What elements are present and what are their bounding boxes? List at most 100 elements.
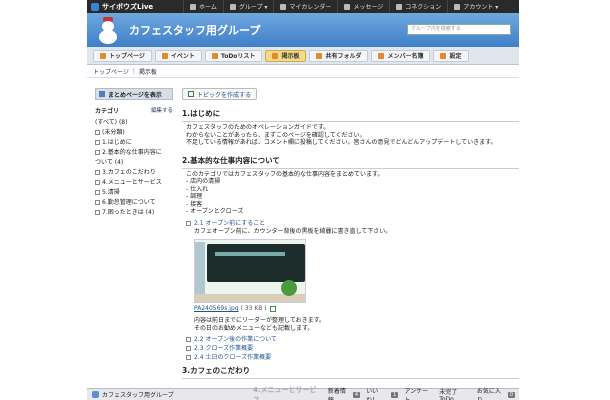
category-item[interactable]: 6.勤怠管理について — [95, 198, 173, 208]
count-badge: 4 — [352, 391, 361, 398]
global-nav-bar: サイボウズLive ホーム グループ ▾ マイカレンダー メッセージ コネクショ… — [87, 0, 519, 13]
section-title[interactable]: 2.基本的な仕事内容について — [182, 155, 519, 169]
body-text: - 接客 — [186, 200, 203, 208]
connection-icon — [396, 3, 403, 10]
subtopic-item[interactable]: 2.3 クローズ作業概要 — [186, 344, 519, 353]
cybozu-logo-icon — [91, 2, 99, 11]
expand-icon[interactable] — [95, 169, 100, 175]
group-search-input[interactable]: グループ内を検索する — [407, 24, 511, 35]
body-text: カフェスタッフのためのオペレーションガイドです。 — [186, 124, 330, 131]
message-icon — [344, 3, 351, 10]
nav-account[interactable]: アカウント ▾ — [447, 0, 504, 13]
breadcrumb: トップページ | 掲示板 — [87, 66, 519, 78]
body-text: その日のお勧めメニューなども記載します。 — [194, 324, 314, 332]
home-icon — [100, 52, 106, 59]
category-item[interactable]: 5.清掃 — [95, 188, 173, 198]
nav-my-calendar[interactable]: マイカレンダー — [273, 0, 337, 13]
category-item-continued[interactable]: ついて (4) — [95, 158, 173, 168]
body-text: 内容は前日までにリーダーが整理しておきます。 — [194, 317, 326, 324]
body-text: カフェオープン前に、カウンター背後の黒板を綺麗に書き直して下さい。 — [194, 227, 392, 235]
create-topic-button[interactable]: トピックを作成する — [182, 88, 258, 100]
nav-message[interactable]: メッセージ — [337, 0, 389, 13]
tab-event[interactable]: イベント — [154, 49, 202, 62]
expand-icon[interactable] — [95, 189, 100, 195]
expand-icon[interactable] — [186, 337, 191, 342]
todo-icon — [211, 52, 218, 59]
bottom-new-info[interactable]: 新着情報 4 — [328, 386, 361, 400]
bottom-status-bar: カフェスタッフ用グループ 4.メニューとサービス 新着情報 4 いいね！ 1 アンケ… — [87, 385, 519, 400]
attachment-row: PA240569s.jpg ( 33 KB ) — [194, 305, 519, 312]
tab-top-page[interactable]: トップページ — [93, 49, 152, 62]
bottom-shortcuts: 新着情報 4 いいね！ 1 アンケート 未完了ToDo お気に入り 0 — [322, 386, 519, 400]
body-text: わからないことがあったら、まずこのページを確認してください。 — [186, 131, 366, 139]
category-header: カテゴリ 編集する — [95, 106, 173, 115]
event-icon — [161, 52, 168, 59]
subtopic-item[interactable]: 2.2 オープン後の作業について — [186, 335, 519, 344]
breadcrumb-top-page[interactable]: トップページ — [93, 67, 129, 76]
subtopic-item[interactable]: 2.4 土日のクローズ作業概要 — [186, 353, 519, 362]
attachment-link[interactable]: PA240569s.jpg — [194, 305, 239, 312]
bottom-survey[interactable]: アンケート — [404, 386, 433, 400]
expand-icon[interactable] — [95, 139, 100, 145]
body-text: - 調理 — [186, 193, 203, 200]
expand-icon[interactable] — [186, 346, 191, 351]
expand-icon[interactable] — [95, 209, 100, 215]
nav-group[interactable]: グループ ▾ — [222, 0, 274, 13]
account-icon — [454, 3, 461, 10]
blackboard-photo[interactable] — [194, 239, 306, 303]
expand-icon[interactable] — [95, 129, 100, 135]
tab-todo-list[interactable]: ToDoリスト — [204, 49, 263, 62]
body-text: - 仕入れ — [186, 185, 209, 193]
tab-bulletin-board[interactable]: 掲示板 — [265, 49, 307, 62]
gear-icon — [440, 52, 447, 59]
edit-category-link[interactable]: 編集する — [151, 106, 173, 115]
group-title: カフェスタッフ用グループ — [129, 24, 261, 37]
section-title[interactable]: 3.カフェのこだわり — [182, 365, 519, 379]
category-item[interactable]: 7.困ったときは (4) — [95, 208, 173, 218]
category-item[interactable]: (すべて) (8) — [95, 118, 173, 128]
expand-icon[interactable] — [95, 179, 100, 185]
group-header: カフェスタッフ用グループ グループ内を検索する — [87, 13, 519, 47]
category-list: (すべて) (8) (未分類) 1.はじめに 2.基本的な仕事内容に ついて (… — [95, 118, 173, 218]
snowman-group-icon — [97, 17, 119, 45]
edit-icon — [188, 91, 194, 97]
cybozu-live-logo[interactable]: サイボウズLive — [91, 2, 183, 12]
group-tabs: トップページ イベント ToDoリスト 掲示板 共有フォルダ メンバー名簿 設定 — [87, 47, 519, 65]
expand-icon[interactable] — [186, 355, 191, 360]
section-title[interactable]: 1.はじめに — [182, 108, 519, 122]
expand-icon[interactable] — [95, 199, 100, 205]
collapse-icon[interactable] — [186, 220, 191, 226]
bottom-favorites[interactable]: お気に入り 0 — [477, 386, 515, 400]
bulletin-main: トピックを作成する 1.はじめに カフェスタッフのためのオペレーションガイドです… — [182, 88, 519, 379]
body-text: - 店内の清掃 — [186, 178, 221, 185]
bottom-like[interactable]: いいね！ 1 — [366, 386, 399, 400]
breadcrumb-separator: | — [132, 68, 135, 75]
calendar-icon — [280, 3, 287, 10]
nav-home[interactable]: ホーム — [183, 0, 223, 13]
edit-icon[interactable] — [269, 305, 276, 312]
bottom-group-link[interactable]: カフェスタッフ用グループ — [87, 390, 253, 399]
bulletin-icon — [272, 52, 279, 59]
expand-icon[interactable] — [95, 149, 100, 155]
category-item[interactable]: 3.カフェのこだわり — [95, 168, 173, 178]
attachment-size: ( 33 KB ) — [240, 305, 267, 312]
category-item[interactable]: 1.はじめに — [95, 138, 173, 148]
category-item[interactable]: 4.メニューとサービス — [95, 178, 173, 188]
tab-shared-folder[interactable]: 共有フォルダ — [309, 49, 369, 62]
snowman-group-icon — [92, 391, 99, 398]
category-item[interactable]: 2.基本的な仕事内容に — [95, 148, 173, 158]
category-item[interactable]: (未分類) — [95, 128, 173, 138]
scrolled-section-title: 4.メニューとサービス — [253, 385, 317, 400]
tab-member-list[interactable]: メンバー名簿 — [371, 49, 431, 62]
show-summary-button[interactable]: まとめページを表示 — [95, 88, 173, 100]
nav-connection[interactable]: コネクション — [389, 0, 447, 13]
count-badge: 0 — [507, 391, 515, 398]
group-icon — [229, 3, 236, 10]
count-badge: 1 — [391, 391, 399, 398]
subtopic-open-prep[interactable]: 2.1 オープン前にすること — [186, 219, 519, 228]
tab-settings[interactable]: 設定 — [433, 49, 469, 62]
bottom-incomplete-todo[interactable]: 未完了ToDo — [439, 387, 471, 400]
body-text: 不足している情報があれば、コメント欄に投稿してください。皆さんの意見でどんどんア… — [186, 139, 497, 146]
body-text: - オープンとクローズ — [186, 208, 244, 215]
sidebar: まとめページを表示 カテゴリ 編集する (すべて) (8) (未分類) 1.はじ… — [95, 88, 173, 218]
